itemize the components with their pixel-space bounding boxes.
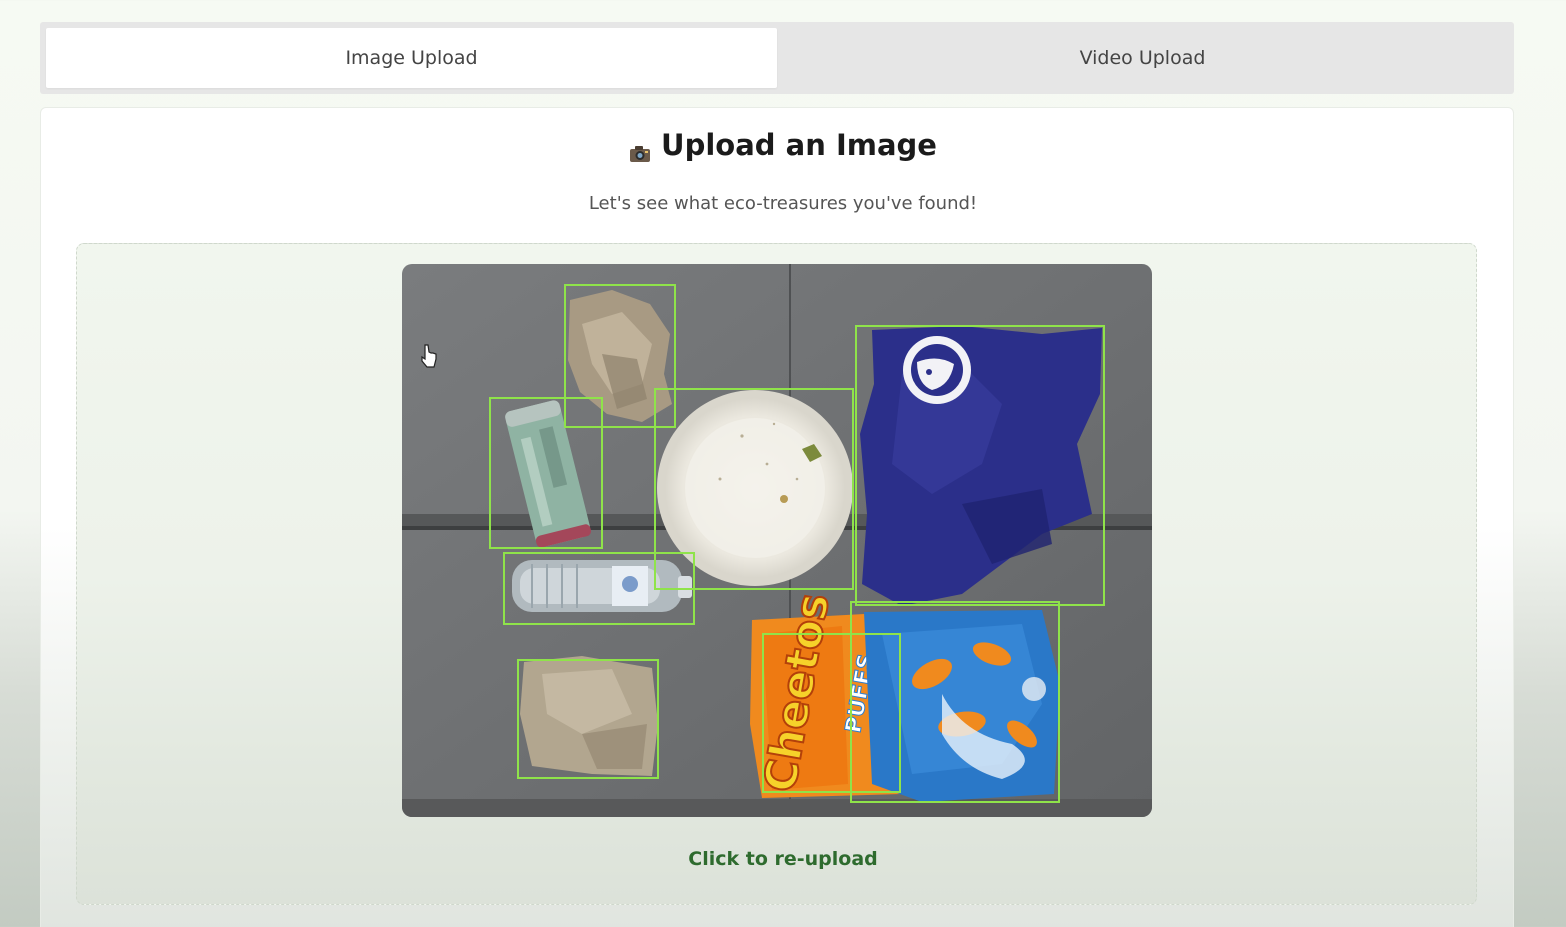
upload-mode-tabs: Image Upload Video Upload <box>40 22 1514 94</box>
page-title: Upload an Image <box>0 128 1566 162</box>
paper-plate <box>657 390 853 586</box>
mouse-cursor-icon <box>420 343 438 373</box>
upload-subtitle: Let's see what eco-treasures you've foun… <box>588 193 978 214</box>
camera-icon <box>629 136 651 162</box>
tab-video-upload[interactable]: Video Upload <box>777 28 1508 88</box>
upload-title: Upload an Image <box>661 128 937 162</box>
reupload-button[interactable]: Click to re-upload <box>0 848 1566 870</box>
blue-snack-bag <box>864 610 1060 802</box>
tab-image-upload[interactable]: Image Upload <box>46 28 777 88</box>
detection-result-image[interactable]: Cheetos PUFFS <box>402 264 1152 817</box>
plastic-bottle <box>512 560 692 612</box>
paper-bag <box>520 656 658 776</box>
